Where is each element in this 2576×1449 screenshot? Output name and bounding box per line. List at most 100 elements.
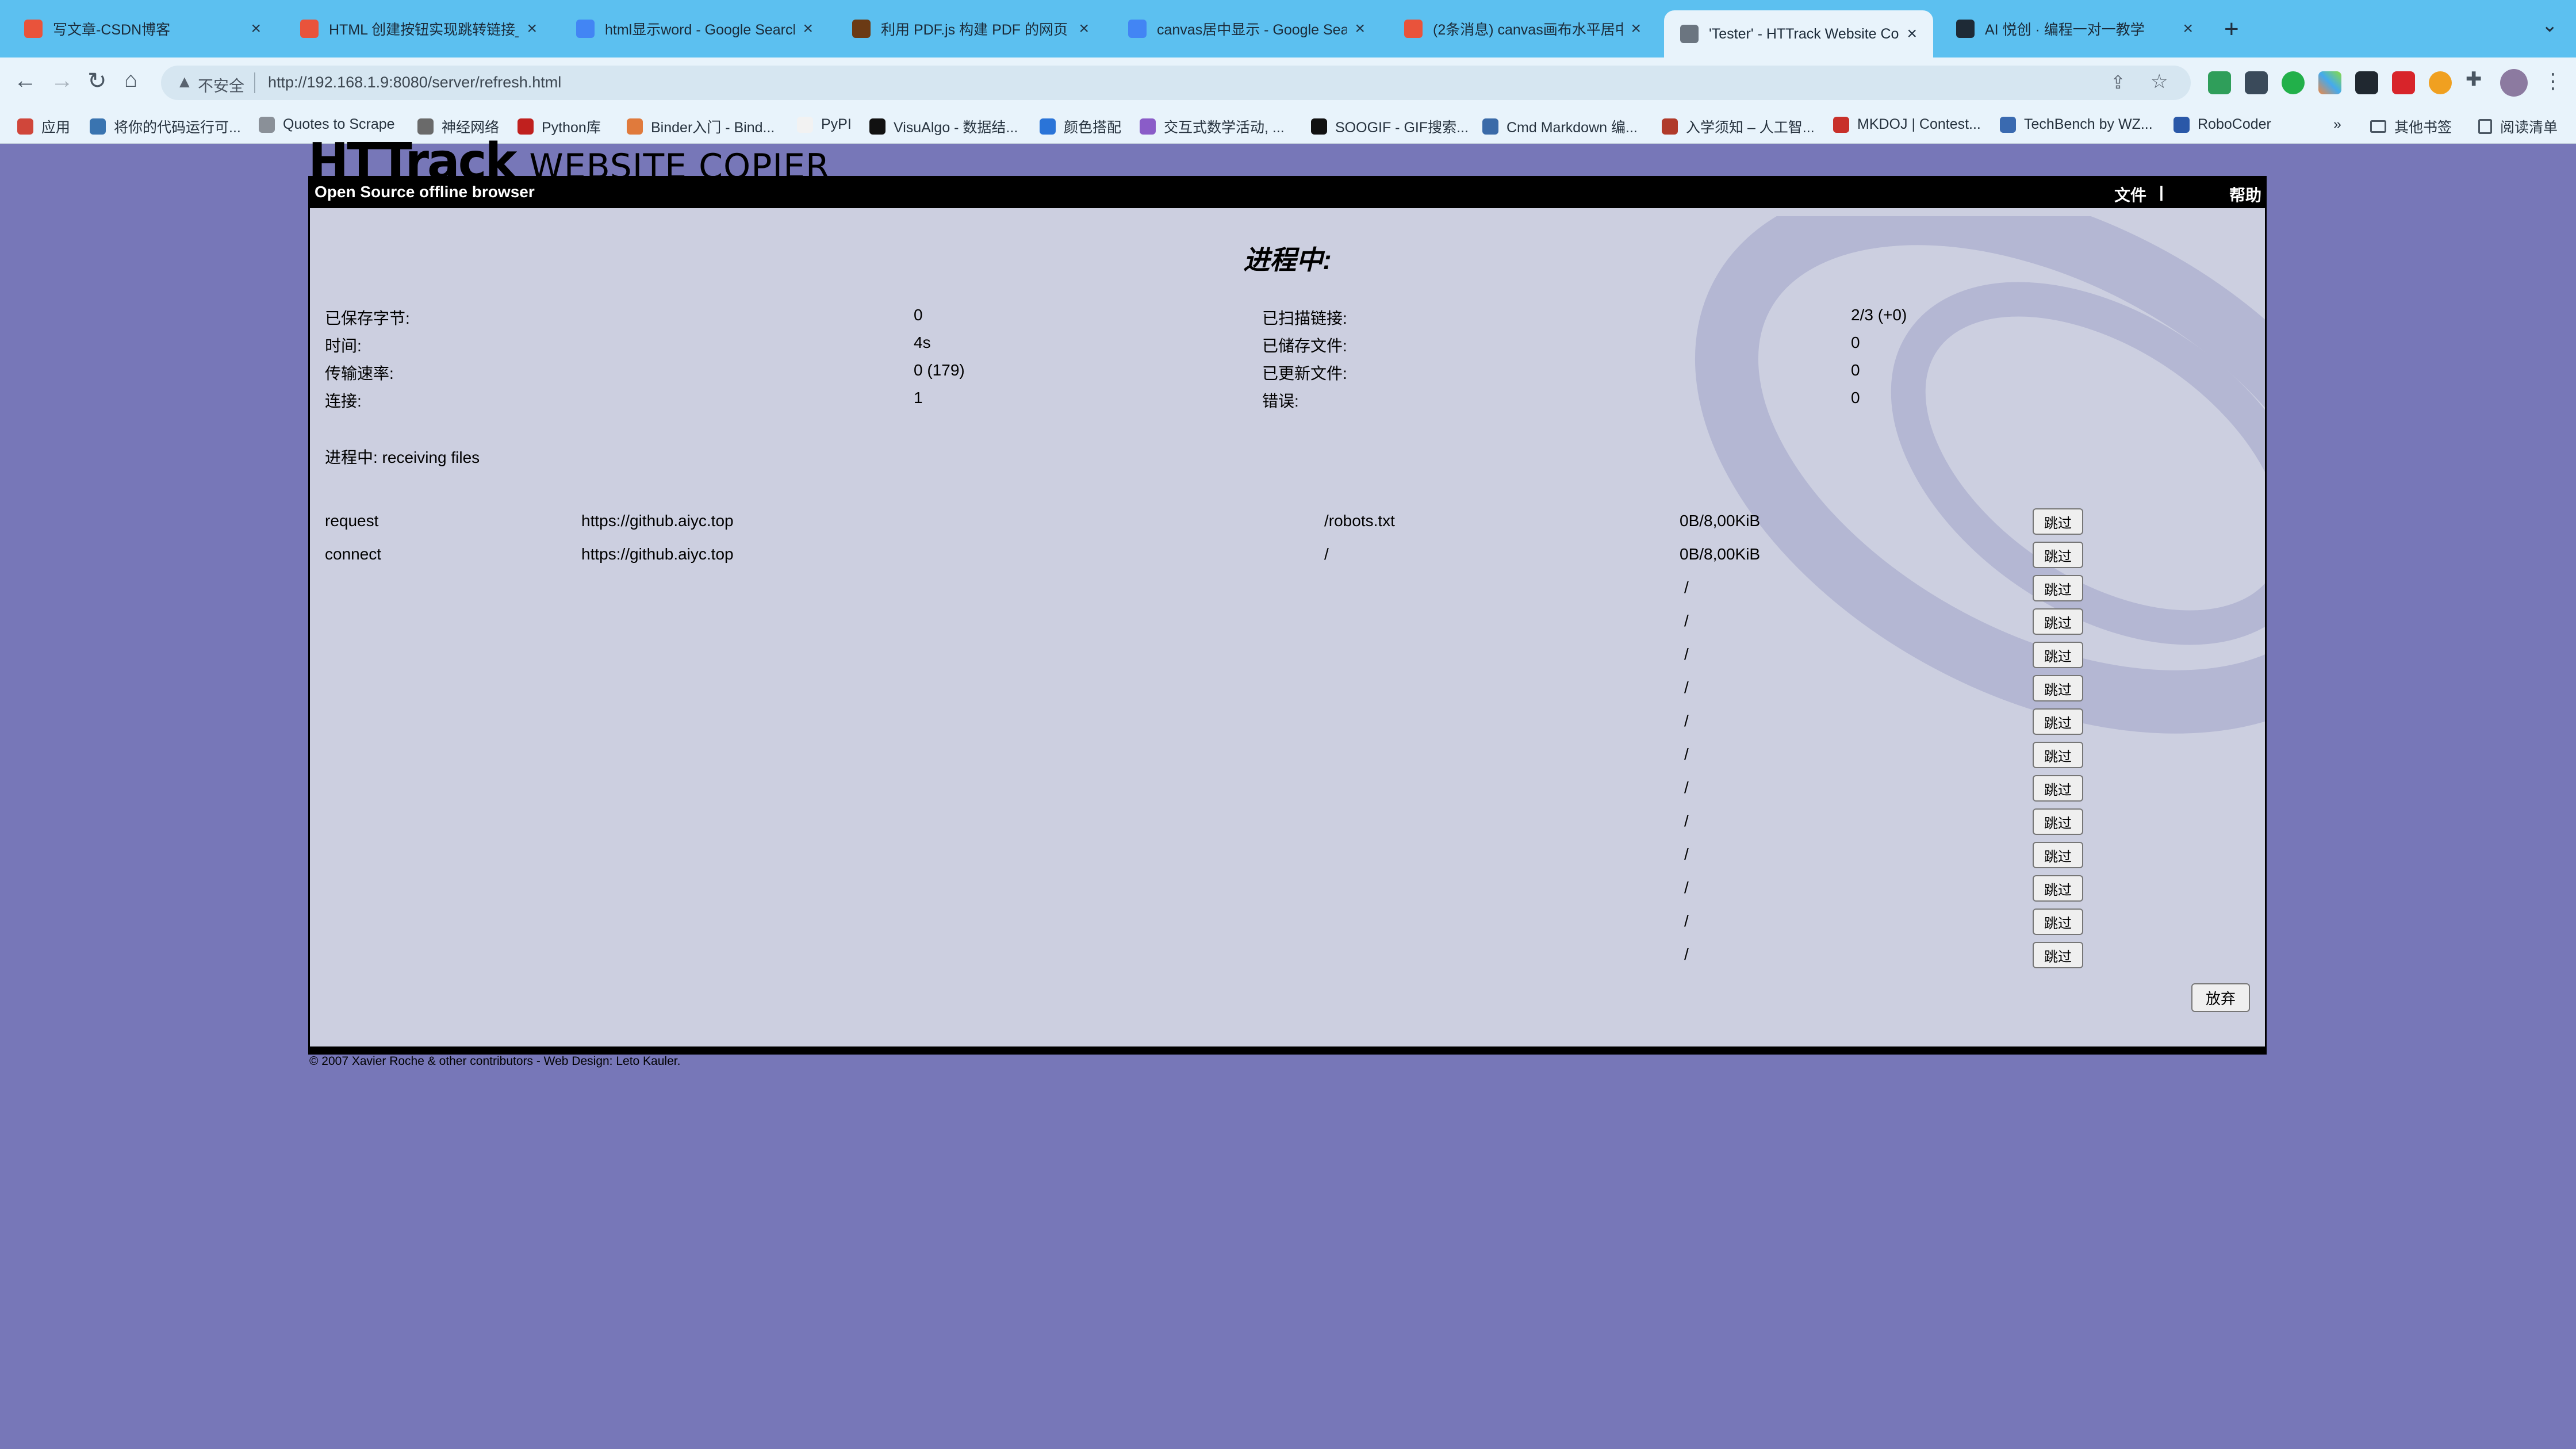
bookmark-item[interactable]: SOOGIF - GIF搜索... bbox=[1311, 116, 1469, 137]
tab-title: canvas居中显示 - Google Sear bbox=[1157, 22, 1347, 38]
transfer-host: https://github.aiyc.top bbox=[581, 545, 734, 563]
address-bar[interactable]: ▲ 不安全 http://192.168.1.9:8080/server/ref… bbox=[161, 66, 2191, 100]
tab-search-chevron-icon[interactable]: ⌄ bbox=[2542, 14, 2558, 37]
bookmark-label: PyPI bbox=[821, 116, 852, 132]
transfer-progress: / bbox=[1684, 745, 1689, 763]
stat-value: 0 bbox=[1851, 389, 1860, 407]
skip-button[interactable]: 跳过 bbox=[2033, 842, 2083, 868]
close-tab-icon[interactable]: × bbox=[1355, 19, 1365, 39]
close-tab-icon[interactable]: × bbox=[527, 19, 537, 39]
stat-label: 传输速率: bbox=[325, 365, 394, 382]
tab-title: (2条消息) canvas画布水平居中 bbox=[1433, 22, 1623, 38]
bookmark-item[interactable]: RoboCoder bbox=[2174, 116, 2271, 133]
bookmark-item[interactable]: Cmd Markdown 编... bbox=[1482, 116, 1638, 137]
tab-title: 'Tester' - HTTrack Website Cop bbox=[1709, 25, 1899, 42]
browser-tab[interactable]: AI 悦创 · 编程一对一教学 × bbox=[1940, 12, 2209, 46]
other-bookmarks-folder[interactable]: 其他书签 bbox=[2370, 116, 2452, 137]
extension-x-icon[interactable] bbox=[2245, 71, 2268, 94]
browser-tab[interactable]: canvas居中显示 - Google Sear × bbox=[1112, 12, 1381, 46]
bookmarks-overflow-button[interactable]: » bbox=[2333, 116, 2341, 133]
globe-icon bbox=[1680, 25, 1699, 43]
extension-sun-icon[interactable] bbox=[2429, 71, 2452, 94]
bookmark-item[interactable]: VisuAlgo - 数据结... bbox=[869, 116, 1018, 137]
bookmark-item[interactable]: MKDOJ | Contest... bbox=[1833, 116, 1981, 133]
share-icon[interactable]: ⇪ bbox=[2110, 71, 2126, 93]
skip-button[interactable]: 跳过 bbox=[2033, 742, 2083, 768]
extension-palette-icon[interactable] bbox=[2318, 71, 2341, 94]
browser-tab[interactable]: HTML 创建按钮实现跳转链接_s × bbox=[284, 12, 553, 46]
url-text[interactable]: http://192.168.1.9:8080/server/refresh.h… bbox=[268, 74, 561, 91]
skip-button[interactable]: 跳过 bbox=[2033, 908, 2083, 935]
skip-button[interactable]: 跳过 bbox=[2033, 775, 2083, 802]
back-arrow-icon[interactable]: ← bbox=[14, 68, 37, 94]
close-tab-icon[interactable]: × bbox=[1079, 19, 1089, 39]
browser-tab[interactable]: 'Tester' - HTTrack Website Cop × bbox=[1664, 10, 1933, 57]
bookmark-item[interactable]: PyPI bbox=[797, 116, 852, 133]
browser-tab[interactable]: html显示word - Google Search × bbox=[560, 12, 829, 46]
browser-menu-icon[interactable]: ⋮ bbox=[2543, 69, 2563, 93]
apps-grid-icon bbox=[17, 118, 33, 135]
reading-list-button[interactable]: 阅读清单 bbox=[2478, 116, 2558, 137]
csdn-icon bbox=[24, 20, 43, 38]
extension-on-icon[interactable] bbox=[2208, 71, 2231, 94]
stat-value: 0 bbox=[1851, 334, 1860, 351]
bookmark-star-icon[interactable]: ☆ bbox=[2150, 70, 2168, 93]
profile-avatar[interactable] bbox=[2500, 69, 2528, 97]
bookmark-item[interactable]: 应用 bbox=[17, 116, 70, 137]
tab-title: HTML 创建按钮实现跳转链接_s bbox=[329, 22, 519, 38]
panel-footer-bar bbox=[310, 1046, 2265, 1055]
csdn-icon bbox=[1404, 20, 1423, 38]
tab-title: 写文章-CSDN博客 bbox=[53, 22, 171, 38]
help-menu-link[interactable]: 帮助 bbox=[2229, 183, 2261, 206]
swirl-watermark bbox=[1695, 216, 2265, 734]
close-tab-icon[interactable]: × bbox=[803, 19, 813, 39]
new-tab-button[interactable]: + bbox=[2224, 15, 2239, 44]
copyright-text: © 2007 Xavier Roche & other contributors… bbox=[309, 1055, 681, 1068]
stat-label: 时间: bbox=[325, 337, 362, 355]
close-tab-icon[interactable]: × bbox=[2183, 19, 2193, 39]
c-icon bbox=[1040, 118, 1056, 135]
transfer-action: request bbox=[325, 512, 379, 530]
skip-button[interactable]: 跳过 bbox=[2033, 708, 2083, 735]
home-icon[interactable]: ⌂ bbox=[124, 68, 137, 93]
extensions-puzzle-icon[interactable]: ✚ bbox=[2466, 68, 2489, 91]
close-tab-icon[interactable]: × bbox=[1631, 19, 1641, 39]
bookmark-item[interactable]: 颜色搭配 bbox=[1040, 116, 1121, 137]
bookmark-item[interactable]: 入学须知 – 人工智... bbox=[1662, 116, 1815, 137]
abort-button[interactable]: 放弃 bbox=[2191, 983, 2250, 1012]
reload-icon[interactable]: ↻ bbox=[87, 68, 107, 94]
stat-value: 0 bbox=[914, 306, 923, 324]
skip-button[interactable]: 跳过 bbox=[2033, 608, 2083, 635]
skip-button[interactable]: 跳过 bbox=[2033, 875, 2083, 902]
bookmark-item[interactable]: TechBench by WZ... bbox=[2000, 116, 2153, 133]
red-circle-icon bbox=[518, 118, 534, 135]
close-tab-icon[interactable]: × bbox=[1907, 24, 1917, 44]
extension-green-icon[interactable] bbox=[2282, 71, 2305, 94]
status-text: 进程中: receiving files bbox=[325, 448, 480, 466]
extension-pdf-icon[interactable] bbox=[2392, 71, 2415, 94]
panel-header: Open Source offline browser 文件 | 帮助 bbox=[310, 176, 2265, 208]
stat-value: 0 (179) bbox=[914, 361, 965, 379]
tab-title: 利用 PDF.js 构建 PDF 的网页 bbox=[881, 22, 1068, 38]
skip-button[interactable]: 跳过 bbox=[2033, 542, 2083, 568]
bookmark-label: 交互式数学活动, ... bbox=[1164, 120, 1285, 136]
skip-button[interactable]: 跳过 bbox=[2033, 675, 2083, 702]
bookmark-item[interactable]: 交互式数学活动, ... bbox=[1140, 116, 1285, 137]
skip-button[interactable]: 跳过 bbox=[2033, 508, 2083, 535]
skip-button[interactable]: 跳过 bbox=[2033, 575, 2083, 601]
close-tab-icon[interactable]: × bbox=[251, 19, 261, 39]
browser-tab[interactable]: (2条消息) canvas画布水平居中 × bbox=[1388, 12, 1657, 46]
extension-ghost-icon[interactable] bbox=[2355, 71, 2378, 94]
skip-button[interactable]: 跳过 bbox=[2033, 808, 2083, 835]
file-menu-link[interactable]: 文件 bbox=[2114, 183, 2146, 206]
skip-button[interactable]: 跳过 bbox=[2033, 642, 2083, 668]
bookmark-item[interactable]: 将你的代码运行可... bbox=[90, 116, 241, 137]
transfer-progress: / bbox=[1684, 578, 1689, 596]
stat-label: 已储存文件: bbox=[1262, 337, 1347, 355]
bookmark-item[interactable]: Quotes to Scrape bbox=[259, 116, 395, 133]
forward-arrow-icon[interactable]: → bbox=[51, 68, 74, 94]
browser-tab[interactable]: 写文章-CSDN博客 × bbox=[8, 12, 277, 46]
transfer-progress: / bbox=[1684, 712, 1689, 730]
skip-button[interactable]: 跳过 bbox=[2033, 942, 2083, 968]
browser-tab[interactable]: 利用 PDF.js 构建 PDF 的网页 × bbox=[836, 12, 1105, 46]
